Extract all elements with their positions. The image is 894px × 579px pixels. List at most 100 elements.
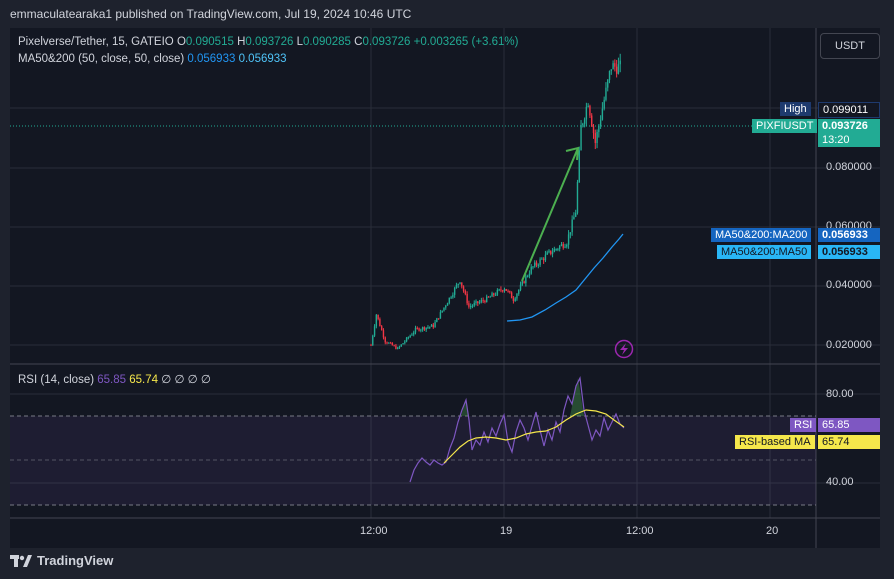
candle-body [507,290,509,292]
candle-body [608,70,611,80]
close-value: 0.093726 [362,36,411,48]
candle-body [571,219,573,233]
candle-body [372,335,374,345]
candle-body [489,296,491,298]
candle-body [564,246,566,248]
open-value: 0.090515 [185,36,234,48]
candle-body [582,123,584,126]
candle-body [443,307,445,311]
candle-body [434,322,436,328]
candle-body [569,232,572,235]
symbol-legend[interactable]: Pixelverse/Tether, 15, GATEIO O0.090515 … [18,36,518,48]
candle-body [573,216,575,220]
candle-body [566,244,568,247]
currency-button[interactable]: USDT [820,33,880,59]
candle-body [587,105,589,107]
ma-legend[interactable]: MA50&200 (50, close, 50, close) 0.056933… [18,53,287,65]
candle-body [411,334,413,336]
candle-body [455,284,458,288]
candle-body [521,281,523,285]
candle-body [398,346,401,348]
candle-body [389,342,392,344]
tradingview-logo[interactable]: TradingView [10,553,113,568]
candle-body [557,248,559,250]
price-tick: 0.020000 [826,339,872,351]
rsi-value: 65.85 [97,374,127,386]
candle-body [429,326,431,328]
ma-value-1: 0.056933 [187,53,236,65]
rsi-value-tag: 65.85 [818,418,880,432]
candle-body [567,234,570,245]
candle-body [464,291,467,294]
rsi-na-values: ∅ ∅ ∅ ∅ [161,374,211,386]
candle-body [601,108,604,120]
candle-body [402,343,404,345]
ma50-value-tag: 0.056933 [818,245,880,259]
candle-body [441,310,443,313]
candle-body [619,60,621,65]
candlestick-series [370,53,621,350]
candle-body [453,287,456,295]
candle-body [498,289,500,291]
candle-body [439,312,442,319]
candle-body [525,276,527,284]
rsi-legend[interactable]: RSI (14, close) 65.85 65.74 ∅ ∅ ∅ ∅ [18,372,211,386]
candle-body [466,293,468,304]
candle-body [382,330,385,338]
candle-body [457,283,459,285]
change-value: +0.003265 (+3.61%) [413,36,519,48]
candle-body [487,296,490,298]
ma50-label-tag: MA50&200:MA50 [717,245,812,259]
candle-body [380,326,383,331]
candle-body [503,289,506,292]
candle-body [546,252,548,255]
candle-body [379,319,381,327]
high-label-tag: High [780,102,811,116]
candle-body [542,258,545,261]
candle-body [518,289,520,294]
candle-body [446,303,449,306]
candle-body [615,66,618,74]
candle-body [404,341,406,344]
candle-body [370,344,372,346]
candle-body [405,337,408,342]
open-label: O [176,36,186,48]
candle-body [482,300,484,302]
candle-body [576,182,579,213]
candle-body [468,303,470,307]
candle-body [505,289,507,291]
candle-body [530,266,532,274]
candle-body [516,293,518,299]
lightning-icon[interactable] [614,339,634,359]
candle-body [421,327,424,330]
tradingview-logo-icon [10,554,32,567]
candle-body [480,300,483,302]
candle-body [500,289,502,291]
chart-canvas[interactable] [0,0,894,579]
candle-body [450,297,452,299]
candle-body [416,327,418,329]
candle-body [578,150,580,183]
candle-body [598,125,600,132]
candle-body [594,133,596,143]
candle-body [413,332,415,335]
candle-body [420,329,422,331]
high-value-tag: 0.099011 [818,102,880,118]
rsi-ma-value: 65.74 [129,374,159,386]
low-value: 0.090285 [302,36,351,48]
candle-body [462,286,465,292]
candle-body [493,293,495,296]
candle-body [519,284,522,290]
brand-name: TradingView [37,553,114,568]
candle-body [377,314,379,320]
candle-body [473,303,475,306]
candle-body [575,212,577,217]
candle-body [548,250,550,253]
candle-body [560,244,563,246]
candle-body [388,342,390,344]
candle-body [553,249,556,253]
time-tick: 20 [766,525,779,537]
candle-body [617,64,620,74]
candle-body [391,342,394,346]
candle-body [603,99,605,109]
